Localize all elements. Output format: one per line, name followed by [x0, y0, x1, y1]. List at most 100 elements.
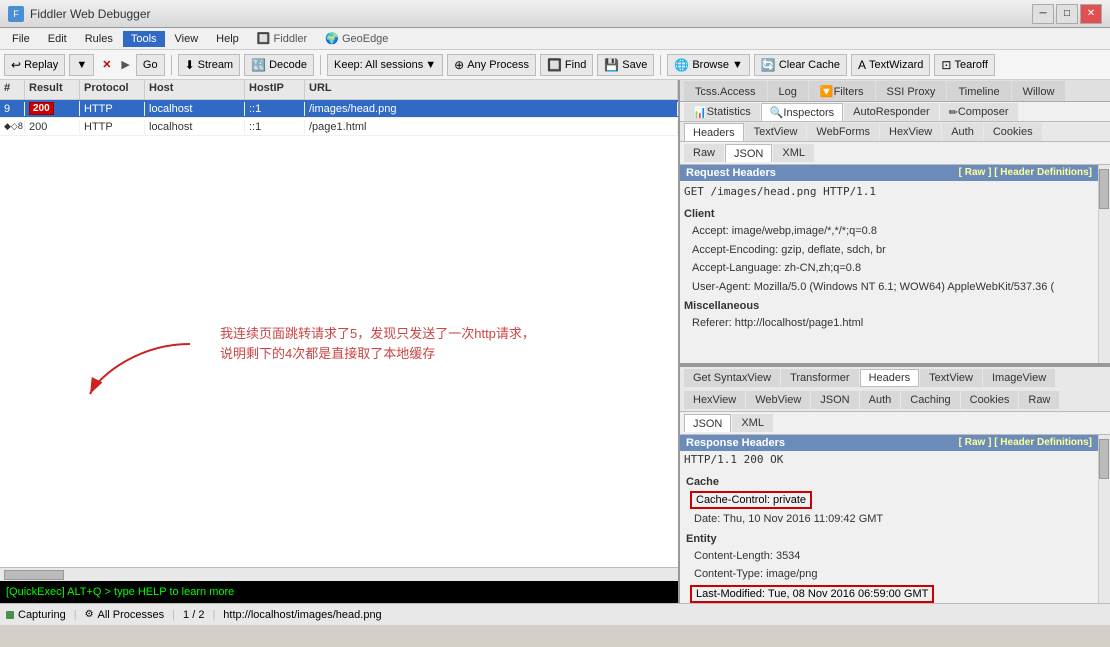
h-scroll-thumb[interactable] — [4, 570, 64, 580]
resp-tab-transformer[interactable]: Transformer — [781, 369, 859, 387]
req-tab-hexview[interactable]: HexView — [880, 123, 941, 141]
go-button[interactable]: Go — [136, 54, 165, 76]
response-panel: Response Headers [ Raw ] [ Header Defini… — [680, 435, 1110, 603]
table-row[interactable]: 9 200 HTTP localhost ::1 /images/head.pn… — [0, 100, 678, 118]
resp-tab-auth[interactable]: Auth — [860, 391, 901, 409]
resp-tab-caching[interactable]: Caching — [901, 391, 959, 409]
table-row[interactable]: ◆◇8 200 HTTP localhost ::1 /page1.html — [0, 118, 678, 136]
resp-tab-textview[interactable]: TextView — [920, 369, 982, 387]
col-header-url[interactable]: URL — [305, 80, 678, 99]
replay-dropdown[interactable]: ▼ — [69, 54, 94, 76]
annotation-text: 我连续页面跳转请求了5，发现只发送了一次http请求， 说明剩下的4次都是直接取… — [220, 324, 535, 366]
last-modified-box: Last-Modified: Tue, 08 Nov 2016 06:59:00… — [690, 585, 934, 603]
tab-composer[interactable]: ✏ Composer — [940, 103, 1018, 121]
menu-fiddler[interactable]: 🔲 Fiddler — [249, 30, 315, 47]
inspector-sub-tabs: 📊 Statistics 🔍 Inspectors AutoResponder … — [680, 102, 1110, 122]
resp-subtab-json[interactable]: JSON — [684, 414, 731, 432]
menu-geoedge[interactable]: 🌍 GeoEdge — [317, 30, 396, 47]
browse-button[interactable]: 🌐 Browse ▼ — [667, 54, 750, 76]
resp-tab-imageview[interactable]: ImageView — [983, 369, 1055, 387]
req-scroll-thumb[interactable] — [1099, 169, 1109, 209]
entity-group-title: Entity — [686, 533, 1092, 545]
toolbar-x[interactable]: ✕ — [98, 56, 115, 73]
capturing-status: Capturing — [6, 609, 66, 621]
req-subtab-raw[interactable]: Raw — [684, 144, 724, 162]
page-count: 1 / 2 — [183, 609, 204, 621]
text-wizard-button[interactable]: A TextWizard — [851, 54, 930, 76]
req-tab-auth[interactable]: Auth — [942, 123, 983, 141]
tab-inspectors[interactable]: 🔍 Inspectors — [761, 103, 843, 121]
request-headers-title: Request Headers [ Raw ] [ Header Definit… — [680, 165, 1098, 181]
header-user-agent: User-Agent: Mozilla/5.0 (Windows NT 6.1;… — [684, 278, 1094, 297]
left-panel: # Result Protocol Host HostIP URL 9 200 … — [0, 80, 680, 603]
main-container: # Result Protocol Host HostIP URL 9 200 … — [0, 80, 1110, 603]
annotation-arrow — [80, 334, 210, 407]
resp-tab-cookies[interactable]: Cookies — [961, 391, 1019, 409]
req-tab-textview[interactable]: TextView — [745, 123, 807, 141]
req-tab-webforms[interactable]: WebForms — [807, 123, 879, 141]
menu-rules[interactable]: Rules — [77, 31, 121, 47]
menu-view[interactable]: View — [167, 31, 207, 47]
resp-tab-webview[interactable]: WebView — [746, 391, 810, 409]
tab-ssi-proxy[interactable]: SSI Proxy — [876, 81, 947, 101]
decode-button[interactable]: 🔣 Decode — [244, 54, 314, 76]
resp-scrollbar[interactable] — [1098, 435, 1110, 603]
menu-help[interactable]: Help — [208, 31, 247, 47]
save-button[interactable]: 💾 Save — [597, 54, 654, 76]
close-button[interactable]: ✕ — [1080, 4, 1102, 24]
col-header-hostip[interactable]: HostIP — [245, 80, 305, 99]
request-content: Request Headers [ Raw ] [ Header Definit… — [680, 165, 1098, 363]
capturing-dot — [6, 611, 14, 619]
req-tab-headers[interactable]: Headers — [684, 123, 744, 141]
cell-result: 200 — [25, 101, 80, 116]
minimize-button[interactable]: ─ — [1032, 4, 1054, 24]
col-header-num[interactable]: # — [0, 80, 25, 99]
statistics-label: Statistics — [707, 106, 751, 118]
response-headers-title: Response Headers [ Raw ] [ Header Defini… — [680, 435, 1098, 451]
menu-edit[interactable]: Edit — [40, 31, 75, 47]
clear-cache-button[interactable]: 🔄 Clear Cache — [754, 54, 847, 76]
stream-button[interactable]: ⬇ Stream — [178, 54, 241, 76]
cache-control-highlighted: Cache-Control: private — [684, 490, 1094, 510]
resp-subtabs-row: JSON XML — [680, 412, 1110, 435]
resp-tab-syntaxview[interactable]: Get SyntaxView — [684, 369, 780, 387]
response-headers-area: Cache Cache-Control: private Date: Thu, … — [680, 468, 1098, 603]
maximize-button[interactable]: □ — [1056, 4, 1078, 24]
col-header-protocol[interactable]: Protocol — [80, 80, 145, 99]
resp-tab-headers[interactable]: Headers — [860, 369, 920, 387]
resp-tab-raw[interactable]: Raw — [1019, 391, 1059, 409]
col-header-host[interactable]: Host — [145, 80, 245, 99]
stream-icon: ⬇ — [185, 58, 195, 72]
replay-button[interactable]: ↩ Replay — [4, 54, 65, 76]
tab-timeline[interactable]: Timeline — [947, 81, 1010, 101]
tab-filters[interactable]: 🔽 Filters — [809, 81, 875, 101]
resp-tab-json[interactable]: JSON — [811, 391, 858, 409]
menu-file[interactable]: File — [4, 31, 38, 47]
keep-sessions-dropdown[interactable]: Keep: All sessions ▼ — [327, 54, 443, 76]
willow-label: Willow — [1023, 86, 1055, 98]
decode-icon: 🔣 — [251, 58, 266, 72]
request-line: GET /images/head.png HTTP/1.1 — [680, 183, 1098, 200]
resp-tab-hexview[interactable]: HexView — [684, 391, 745, 409]
tab-tcss-access[interactable]: Tcss.Access — [684, 81, 767, 101]
menu-tools[interactable]: Tools — [123, 31, 165, 47]
tab-statistics[interactable]: 📊 Statistics — [684, 103, 760, 121]
h-scrollbar[interactable] — [0, 567, 678, 581]
resp-scroll-thumb[interactable] — [1099, 439, 1109, 479]
cache-control-box: Cache-Control: private — [690, 491, 812, 509]
req-subtab-json[interactable]: JSON — [725, 144, 772, 162]
tab-auto-responder[interactable]: AutoResponder — [844, 103, 938, 121]
req-scrollbar[interactable] — [1098, 165, 1110, 363]
inspectors-icon: 🔍 — [770, 106, 784, 119]
tearoff-button[interactable]: ⊡ Tearoff — [934, 54, 995, 76]
find-button[interactable]: 🔲 Find — [540, 54, 593, 76]
req-tab-cookies[interactable]: Cookies — [984, 123, 1042, 141]
cell-num: ◆◇8 — [0, 120, 25, 133]
resp-subtab-xml[interactable]: XML — [732, 414, 773, 432]
col-header-result[interactable]: Result — [25, 80, 80, 99]
right-panel-inner: Headers TextView WebForms HexView Auth C… — [680, 122, 1110, 603]
tab-willow[interactable]: Willow — [1012, 81, 1066, 101]
req-subtab-xml[interactable]: XML — [773, 144, 814, 162]
tab-log[interactable]: Log — [768, 81, 808, 101]
any-process-button[interactable]: ⊕ Any Process — [447, 54, 536, 76]
